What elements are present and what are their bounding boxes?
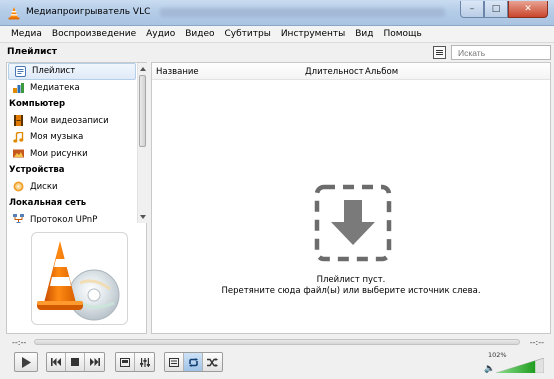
next-button[interactable] (85, 353, 104, 371)
playlist-header: Плейлист (0, 43, 554, 62)
speaker-icon[interactable]: 🔈 (484, 364, 495, 374)
control-bar: 102% 🔈 (0, 350, 554, 379)
empty-playlist-title: Плейлист пуст. (316, 275, 386, 285)
sidebar-item-playlist[interactable]: Плейлист (8, 63, 136, 80)
menu-audio[interactable]: Аудио (141, 29, 180, 39)
search-input[interactable] (451, 45, 551, 60)
sidebar-item-label: Медиатека (30, 82, 80, 93)
column-album[interactable]: Альбом (365, 67, 398, 77)
blurred-title-text (160, 8, 445, 17)
sidebar-item-label: Плейлист (32, 66, 76, 77)
shuffle-button[interactable] (203, 353, 222, 371)
column-headers: Название Длительност Альбом (152, 63, 550, 80)
playlist-heading: Плейлист (7, 47, 57, 57)
view-group (115, 352, 155, 372)
sidebar-item-label: Диски (30, 181, 58, 192)
sidebar-item-label: Моя музыка (30, 132, 84, 143)
close-button[interactable]: ✕ (508, 1, 548, 18)
volume-control[interactable]: 102% 🔈 (484, 351, 546, 374)
sidebar-item-library[interactable]: Медиатека (7, 80, 137, 97)
menu-help[interactable]: Помощь (378, 29, 426, 39)
stop-icon (71, 358, 79, 366)
next-icon (89, 358, 100, 366)
network-icon (13, 214, 24, 223)
sidebar-item-my-pictures[interactable]: Мои рисунки (7, 146, 137, 163)
minimize-button[interactable]: – (460, 1, 484, 18)
previous-button[interactable] (47, 353, 66, 371)
empty-playlist-area[interactable]: Плейлист пуст. Перетяните сюда файл(ы) и… (152, 80, 550, 333)
extended-settings-button[interactable] (135, 353, 154, 371)
menu-media[interactable]: Медиа (6, 29, 47, 39)
maximize-button[interactable]: □ (484, 1, 508, 18)
menu-subtitles[interactable]: Субтитры (220, 29, 276, 39)
view-mode-icon[interactable] (433, 46, 446, 59)
sidebar-section-computer: Компьютер (9, 99, 66, 110)
playlist-toggle-icon (169, 357, 179, 367)
menu-playback[interactable]: Воспроизведение (47, 29, 141, 39)
sidebar-item-label: Протокол UPnP (30, 214, 98, 223)
title-bar[interactable]: Медиапроигрыватель VLC – □ ✕ (0, 0, 554, 26)
disc-icon (13, 181, 24, 192)
elapsed-time: --:-- (12, 338, 27, 347)
menu-tools[interactable]: Инструменты (276, 29, 350, 39)
fullscreen-icon (120, 357, 130, 367)
loop-icon (188, 357, 198, 367)
column-duration[interactable]: Длительност (305, 67, 364, 77)
stop-button[interactable] (66, 353, 85, 371)
menu-bar: Медиа Воспроизведение Аудио Видео Субтит… (0, 26, 554, 43)
sidebar-item-my-videos[interactable]: Мои видеозаписи (7, 113, 137, 130)
sidebar-item-discs[interactable]: Диски (7, 179, 137, 196)
vlc-window: Медиапроигрыватель VLC – □ ✕ Медиа Воспр… (0, 0, 554, 379)
sidebar-item-label: Мои рисунки (30, 148, 88, 159)
loop-button[interactable] (184, 353, 203, 371)
scroll-thumb[interactable] (139, 75, 146, 147)
vlc-cone-icon (8, 7, 20, 20)
scroll-up-icon[interactable] (140, 67, 146, 71)
seek-row: --:-- --:-- (0, 334, 554, 350)
volume-slider[interactable] (496, 358, 544, 373)
column-title[interactable]: Название (156, 67, 199, 77)
sidebar-item-upnp[interactable]: Протокол UPnP (7, 212, 137, 223)
scroll-down-icon[interactable] (140, 215, 146, 219)
picture-icon (13, 148, 24, 159)
playlist-icon (15, 65, 26, 77)
fullscreen-button[interactable] (116, 353, 135, 371)
seek-slider[interactable] (34, 339, 520, 345)
toggle-playlist-button[interactable] (165, 353, 184, 371)
total-time: --:-- (529, 338, 544, 347)
sidebar-item-my-music[interactable]: Моя музыка (7, 129, 137, 146)
sidebar-section-devices: Устройства (9, 165, 65, 176)
empty-playlist-hint: Перетяните сюда файл(ы) или выберите ист… (221, 286, 481, 296)
playlist-table[interactable]: Название Длительност Альбом Плейлист пус… (151, 62, 551, 334)
sidebar-list: Плейлист Медиатека Компьютер Мои видеоза… (7, 63, 137, 223)
music-note-icon (13, 130, 24, 143)
sidebar-item-label: Мои видеозаписи (30, 115, 109, 126)
equalizer-icon (139, 357, 150, 367)
drop-arrow-icon (314, 184, 392, 262)
window-title: Медиапроигрыватель VLC (26, 7, 151, 17)
sidebar-scrollbar[interactable] (137, 63, 147, 223)
playlist-group (164, 352, 223, 372)
sidebar-section-local-network: Локальная сеть (9, 198, 87, 209)
play-icon (22, 356, 31, 368)
library-icon (13, 82, 24, 94)
play-button[interactable] (14, 352, 38, 372)
sidebar: Плейлист Медиатека Компьютер Мои видеоза… (6, 62, 147, 334)
transport-group (46, 352, 105, 372)
film-icon (13, 115, 24, 127)
menu-video[interactable]: Видео (180, 29, 219, 39)
shuffle-icon (207, 357, 218, 367)
menu-view[interactable]: Вид (350, 29, 378, 39)
previous-icon (51, 358, 61, 366)
window-controls: – □ ✕ (460, 1, 548, 18)
album-art (31, 232, 128, 325)
vlc-logo-art-icon (37, 241, 120, 321)
